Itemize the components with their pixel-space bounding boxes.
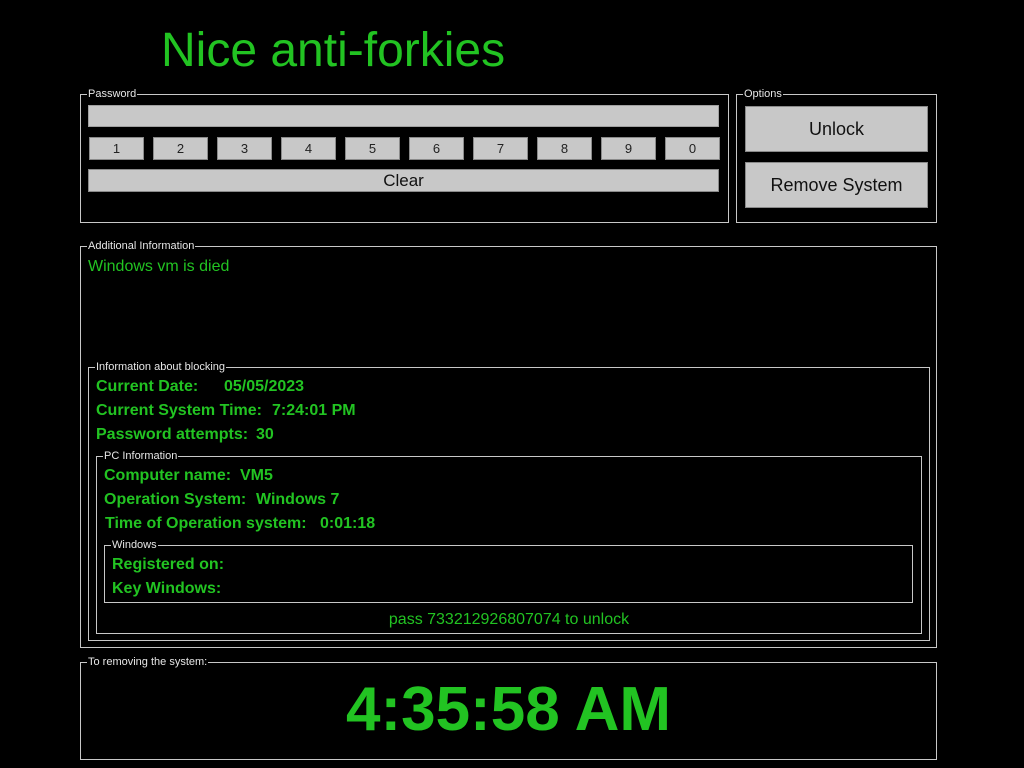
additional-info-message: Windows vm is died (88, 258, 230, 275)
digit-button-2[interactable]: 2 (153, 137, 208, 160)
system-time-value: 7:24:01 PM (272, 402, 356, 419)
window-title: Nice anti-forkies (161, 24, 506, 77)
blocking-info-group: Information about blocking Current Date:… (88, 361, 930, 641)
removal-countdown: 4:35:58 AM (345, 675, 672, 744)
computer-name-value: VM5 (240, 467, 273, 484)
options-group: Options Unlock Remove System (736, 88, 937, 223)
windows-info-group: Windows Registered on: Key Windows: (104, 539, 913, 603)
additional-info-group: Additional Information Windows vm is die… (80, 240, 937, 648)
digit-button-1[interactable]: 1 (89, 137, 144, 160)
digit-button-7[interactable]: 7 (473, 137, 528, 160)
password-attempts-label: Password attempts: (96, 426, 249, 443)
digit-button-8[interactable]: 8 (537, 137, 592, 160)
digit-button-0[interactable]: 0 (665, 137, 720, 160)
system-time-label: Current System Time: (96, 402, 262, 419)
removal-group: To removing the system: 4:35:58 AM (80, 656, 937, 760)
os-time-row: Time of Operation system: 0:01:18 (105, 515, 375, 533)
digit-button-6[interactable]: 6 (409, 137, 464, 160)
password-group-legend: Password (87, 88, 138, 100)
registered-on-row: Registered on: (112, 556, 224, 574)
digit-button-4[interactable]: 4 (281, 137, 336, 160)
digit-button-5[interactable]: 5 (345, 137, 400, 160)
digit-button-9[interactable]: 9 (601, 137, 656, 160)
password-attempts-value: 30 (256, 426, 274, 443)
blocking-info-legend: Information about blocking (95, 361, 227, 373)
windows-info-legend: Windows (111, 539, 158, 551)
unlock-button[interactable]: Unlock (745, 106, 928, 152)
password-group: Password 1 2 3 4 5 6 7 8 9 0 Clear (80, 88, 729, 223)
password-attempts-row: Password attempts: 30 (96, 426, 274, 444)
computer-name-row: Computer name: VM5 (104, 467, 273, 485)
operation-system-row: Operation System: Windows 7 (104, 491, 339, 509)
pc-info-group: PC Information Computer name: VM5 Operat… (96, 450, 922, 634)
clear-button[interactable]: Clear (88, 169, 719, 192)
pc-info-legend: PC Information (103, 450, 179, 462)
additional-info-legend: Additional Information (87, 240, 196, 252)
unlock-hint: pass 733212926807074 to unlock (388, 611, 630, 628)
os-time-value: 0:01:18 (320, 515, 376, 532)
options-group-legend: Options (743, 88, 783, 100)
removal-legend: To removing the system: (87, 656, 209, 668)
operation-system-value: Windows 7 (256, 491, 340, 508)
system-time-row: Current System Time: 7:24:01 PM (96, 402, 356, 420)
key-windows-label: Key Windows: (112, 580, 222, 597)
registered-on-label: Registered on: (112, 556, 225, 573)
digit-button-3[interactable]: 3 (217, 137, 272, 160)
computer-name-label: Computer name: (104, 467, 232, 484)
remove-system-button[interactable]: Remove System (745, 162, 928, 208)
app-window: Nice anti-forkies Password 1 2 3 4 5 6 7… (0, 0, 1024, 768)
current-date-label: Current Date: (96, 378, 199, 395)
password-input[interactable] (88, 105, 719, 127)
os-time-label: Time of Operation system: (105, 515, 307, 532)
current-date-row: Current Date: 05/05/2023 (96, 378, 304, 396)
current-date-value: 05/05/2023 (224, 378, 305, 395)
key-windows-row: Key Windows: (112, 580, 221, 598)
operation-system-label: Operation System: (104, 491, 247, 508)
